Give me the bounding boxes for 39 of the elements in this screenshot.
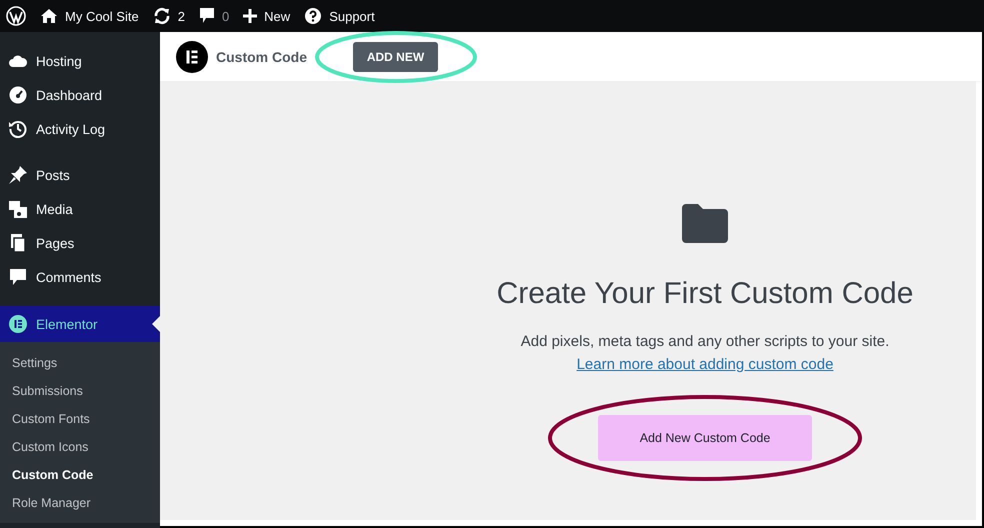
learn-more-link[interactable]: Learn more about adding custom code [576,356,834,373]
add-new-custom-code-button[interactable]: Add New Custom Code [598,415,812,461]
submenu-item[interactable]: Settings [0,349,160,377]
sidebar-menu-item[interactable]: Posts [0,158,160,192]
submenu-item[interactable]: Submissions [0,377,160,405]
add-new-button[interactable]: ADD NEW [353,42,438,72]
support-link[interactable]: Support [304,7,375,25]
sidebar-menu-item[interactable]: Hosting [0,44,160,78]
elementor-logo-icon [8,314,28,334]
home-icon [40,8,58,24]
speech-bubble-icon [8,267,28,287]
elementor-logo-icon [176,40,208,72]
plus-icon [243,9,258,23]
empty-state-description: Add pixels, meta tags and any other scripts to your site. [520,333,890,350]
media-icon [8,199,28,219]
new-link[interactable]: New [243,8,290,24]
empty-state-title: Create Your First Custom Code [496,277,914,311]
history-icon [8,119,28,139]
help-icon [304,7,322,25]
refresh-icon [152,7,171,25]
pin-icon [8,165,28,185]
page-title: Custom Code [216,48,307,64]
submenu-item[interactable]: Custom Code [0,461,160,489]
sidebar-menu-item[interactable]: Dashboard [0,78,160,112]
site-link[interactable]: My Cool Site [40,8,139,24]
comments-link[interactable]: 0 [198,7,230,25]
sidebar-menu-item[interactable]: Comments [0,260,160,294]
gauge-icon [8,85,28,105]
sidebar-menu-item[interactable]: Media [0,192,160,226]
submenu-item[interactable]: Custom Fonts [0,405,160,433]
speech-bubble-icon [198,7,215,25]
submenu-item[interactable]: Role Manager [0,489,160,517]
updates-link[interactable]: 2 [152,7,185,25]
sidebar-menu-item[interactable]: Elementor [0,306,160,342]
submenu-item[interactable]: Custom Icons [0,433,160,461]
wordpress-logo-icon[interactable] [6,6,26,26]
sidebar-menu-item[interactable]: Pages [0,226,160,260]
folder-icon [682,203,728,243]
sidebar-menu-item[interactable]: Activity Log [0,112,160,146]
